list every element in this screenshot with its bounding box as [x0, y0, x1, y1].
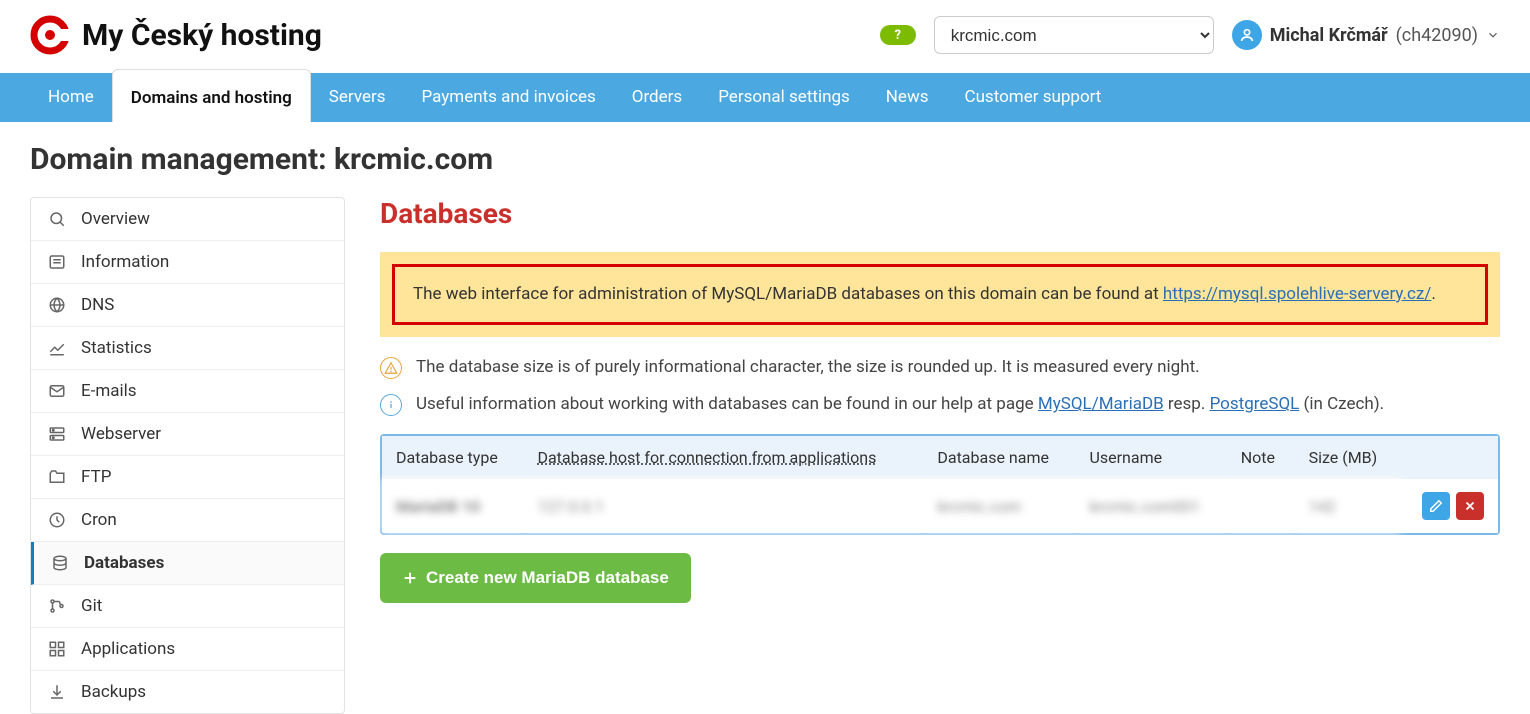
delete-button[interactable]	[1456, 492, 1484, 520]
nav-domains-hosting[interactable]: Domains and hosting	[112, 69, 311, 122]
col-note: Note	[1227, 436, 1295, 479]
info-text: The database size is of purely informati…	[416, 357, 1200, 377]
admin-alert: The web interface for administration of …	[380, 252, 1500, 337]
cell-user: krcmic.com001	[1075, 479, 1226, 533]
nav-servers[interactable]: Servers	[311, 73, 404, 122]
sidebar-item-cron[interactable]: Cron	[31, 499, 344, 542]
nav-news[interactable]: News	[868, 73, 947, 122]
sidebar-item-label: Statistics	[81, 338, 152, 358]
nav-payments[interactable]: Payments and invoices	[404, 73, 614, 122]
info-size: The database size is of purely informati…	[380, 357, 1500, 379]
user-menu[interactable]: Michal Krčmář (ch42090)	[1232, 20, 1500, 50]
stats-icon	[47, 338, 67, 358]
table-row: MariaDB 10 127.0.0.1 krcmic.com krcmic.c…	[382, 479, 1498, 533]
sidebar-item-label: Applications	[81, 639, 175, 659]
link-postgresql[interactable]: PostgreSQL	[1210, 394, 1300, 414]
col-user: Username	[1075, 436, 1226, 479]
info-suffix: (in Czech).	[1299, 394, 1384, 414]
alert-link[interactable]: https://mysql.spolehlive-servery.cz/	[1163, 284, 1431, 304]
col-type: Database type	[382, 436, 523, 479]
sidebar-item-label: Git	[81, 596, 102, 616]
sidebar-item-label: Webserver	[81, 424, 161, 444]
domain-select[interactable]: krcmic.com	[934, 16, 1214, 54]
git-icon	[47, 596, 67, 616]
nav-orders[interactable]: Orders	[614, 73, 700, 122]
clock-icon	[47, 510, 67, 530]
info-mid: resp.	[1164, 394, 1210, 414]
sidebar-item-emails[interactable]: E-mails	[31, 370, 344, 413]
content: Databases The web interface for administ…	[380, 197, 1500, 714]
plus-icon	[402, 570, 418, 586]
brand: My Český hosting	[30, 15, 322, 55]
cell-size: 142	[1295, 479, 1400, 533]
info-prefix: Useful information about working with da…	[416, 394, 1038, 414]
table-header-row: Database type Database host for connecti…	[382, 436, 1498, 479]
section-title: Databases	[380, 197, 1500, 230]
user-code: (ch42090)	[1396, 25, 1478, 46]
sidebar-item-label: Information	[81, 252, 169, 272]
user-name: Michal Krčmář	[1270, 25, 1388, 46]
info-help: Useful information about working with da…	[380, 394, 1500, 416]
sidebar-item-webserver[interactable]: Webserver	[31, 413, 344, 456]
edit-button[interactable]	[1422, 492, 1450, 520]
sidebar-item-databases[interactable]: Databases	[31, 542, 344, 585]
col-host[interactable]: Database host for connection from applic…	[523, 436, 923, 479]
apps-icon	[47, 639, 67, 659]
sidebar-item-label: Overview	[81, 209, 150, 229]
create-button-label: Create new MariaDB database	[426, 568, 669, 588]
alert-text: The web interface for administration of …	[413, 284, 1163, 304]
sidebar-item-dns[interactable]: DNS	[31, 284, 344, 327]
alert-suffix: .	[1431, 284, 1435, 304]
sidebar-item-label: E-mails	[81, 381, 137, 401]
avatar-icon	[1232, 20, 1262, 50]
info-icon	[380, 394, 402, 416]
folder-icon	[47, 467, 67, 487]
sidebar: Overview Information DNS Statistics E-ma…	[30, 197, 345, 714]
cell-type: MariaDB 10	[382, 479, 523, 533]
cell-note	[1227, 479, 1295, 533]
pencil-icon	[1429, 499, 1443, 513]
create-database-button[interactable]: Create new MariaDB database	[380, 553, 691, 603]
nav-personal-settings[interactable]: Personal settings	[700, 73, 868, 122]
main-nav: Home Domains and hosting Servers Payment…	[0, 73, 1530, 122]
chevron-down-icon	[1486, 28, 1500, 42]
col-name: Database name	[923, 436, 1075, 479]
sidebar-item-label: FTP	[81, 467, 111, 487]
search-icon	[47, 209, 67, 229]
databases-table: Database type Database host for connecti…	[380, 434, 1500, 535]
mail-icon	[47, 381, 67, 401]
sidebar-item-applications[interactable]: Applications	[31, 628, 344, 671]
globe-icon	[47, 295, 67, 315]
sidebar-item-statistics[interactable]: Statistics	[31, 327, 344, 370]
help-toggle[interactable]	[880, 25, 916, 45]
info-icon	[47, 252, 67, 272]
nav-home[interactable]: Home	[30, 73, 112, 122]
sidebar-item-backups[interactable]: Backups	[31, 671, 344, 713]
header: My Český hosting krcmic.com Michal Krčmá…	[0, 0, 1530, 73]
page-title: Domain management: krcmic.com	[0, 122, 1530, 197]
link-mysql[interactable]: MySQL/MariaDB	[1038, 394, 1164, 414]
sidebar-item-overview[interactable]: Overview	[31, 198, 344, 241]
logo-icon	[30, 15, 70, 55]
sidebar-item-information[interactable]: Information	[31, 241, 344, 284]
download-icon	[47, 682, 67, 702]
database-icon	[50, 553, 70, 573]
sidebar-item-label: Backups	[81, 682, 146, 702]
close-icon	[1463, 499, 1477, 513]
cell-name: krcmic.com	[923, 479, 1075, 533]
sidebar-item-label: DNS	[81, 295, 114, 315]
sidebar-item-ftp[interactable]: FTP	[31, 456, 344, 499]
sidebar-item-label: Cron	[81, 510, 117, 530]
server-icon	[47, 424, 67, 444]
header-right: krcmic.com Michal Krčmář (ch42090)	[880, 16, 1500, 54]
sidebar-item-label: Databases	[84, 553, 164, 573]
cell-host: 127.0.0.1	[523, 479, 923, 533]
sidebar-item-git[interactable]: Git	[31, 585, 344, 628]
warning-icon	[380, 357, 402, 379]
col-size: Size (MB)	[1295, 436, 1400, 479]
brand-title: My Český hosting	[82, 18, 322, 53]
nav-customer-support[interactable]: Customer support	[947, 73, 1120, 122]
